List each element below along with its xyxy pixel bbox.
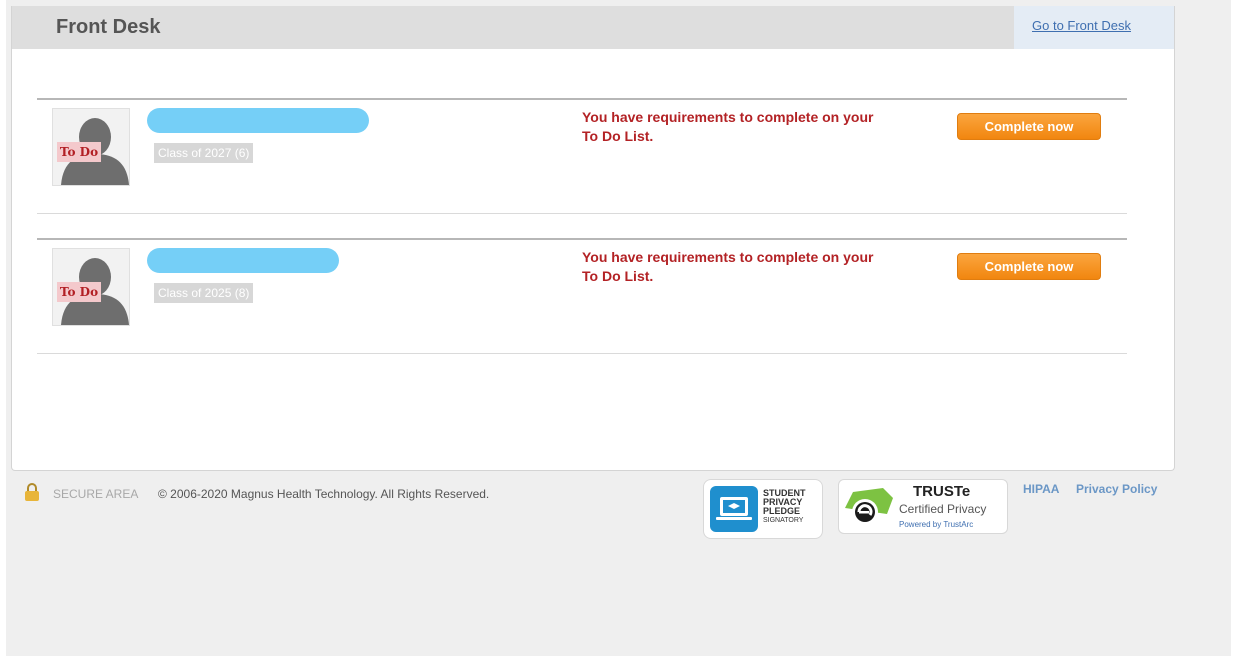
requirements-message: You have requirements to complete on you… [582,249,874,284]
truste-powered-by: Powered by TrustArc [899,520,974,529]
redacted-student-name [147,248,339,273]
student-privacy-pledge-text: STUDENT PRIVACY PLEDGE SIGNATORY [763,489,806,525]
student-avatar: To Do [52,108,130,186]
go-to-front-desk-container: Go to Front Desk [1014,6,1174,49]
truste-title: TRUSTe [913,483,971,500]
laptop-graduation-icon [710,486,758,532]
spp-line: SIGNATORY [763,517,804,524]
complete-now-button[interactable]: Complete now [957,113,1101,140]
todo-badge: To Do [57,282,101,302]
copyright-text: © 2006-2020 Magnus Health Technology. Al… [158,487,490,501]
requirements-message: You have requirements to complete on you… [582,109,874,144]
todo-badge: To Do [57,142,101,162]
truste-subtitle: Certified Privacy [899,502,987,516]
student-row: To Do Class of 2025 (8) You have require… [37,238,1127,354]
complete-now-button[interactable]: Complete now [957,253,1101,280]
page-title: Front Desk [56,16,161,38]
truste-certified-privacy-badge[interactable]: TRUSTe Certified Privacy Powered by Trus… [838,479,1008,534]
privacy-policy-link[interactable]: Privacy Policy [1076,482,1157,496]
go-to-front-desk-link[interactable]: Go to Front Desk [1032,18,1131,33]
hipaa-link[interactable]: HIPAA [1023,482,1059,496]
row-divider [37,213,1127,214]
student-avatar: To Do [52,248,130,326]
trustarc-logo-icon [843,484,895,528]
student-privacy-pledge-badge[interactable]: STUDENT PRIVACY PLEDGE SIGNATORY [703,479,823,539]
panel-header: Front Desk Go to Front Desk [12,6,1174,49]
secure-area-label: SECURE AREA [53,487,139,501]
spp-line: PLEDGE [763,506,801,516]
student-row: To Do Class of 2027 (6) You have require… [37,98,1127,214]
row-divider [37,353,1127,354]
redacted-student-name [147,108,369,133]
class-year-label: Class of 2025 (8) [154,283,254,303]
lock-icon [25,483,39,501]
class-year-label: Class of 2027 (6) [154,143,254,163]
